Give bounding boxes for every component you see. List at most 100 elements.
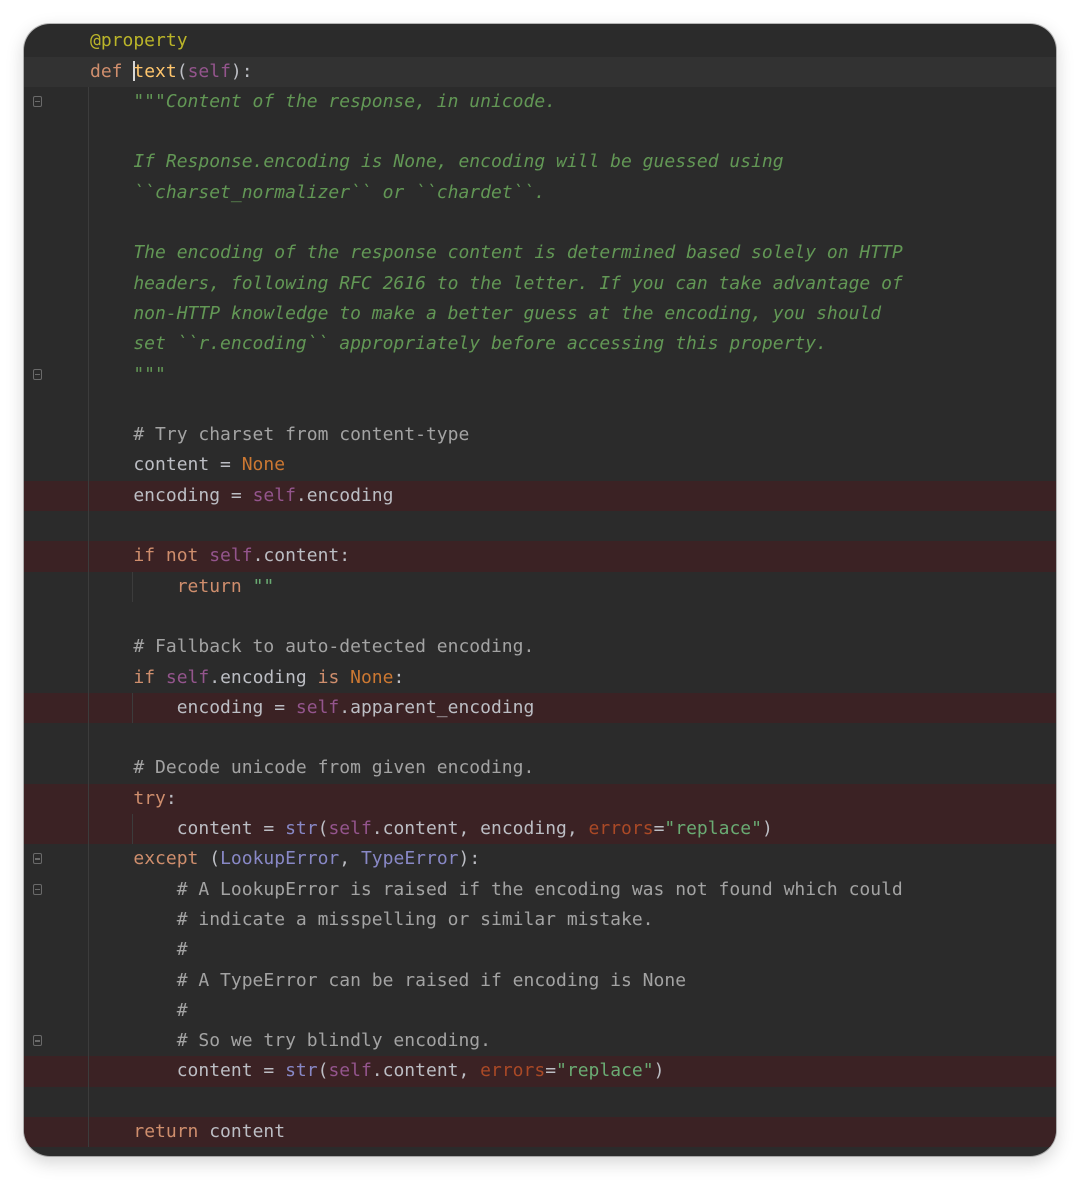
code-token: : — [165, 787, 177, 809]
code-line-text: # Try charset from content-type — [90, 420, 469, 450]
code-token: LookupError — [220, 848, 340, 870]
code-token: content = — [90, 454, 242, 476]
code-line[interactable]: if not self.content: — [24, 541, 1056, 572]
code-token: """Content of the response, in unicode. — [90, 90, 556, 112]
code-token: ( — [209, 848, 221, 870]
code-line[interactable]: The encoding of the response content is … — [24, 238, 1056, 268]
code-line[interactable]: try: — [24, 783, 1056, 814]
code-token: TypeError — [360, 848, 459, 870]
code-token: # indicate a misspelling or similar mist… — [90, 908, 654, 930]
code-token: # So we try blindly encoding. — [90, 1030, 491, 1052]
code-line[interactable] — [24, 511, 1056, 541]
code-line-text: # Decode unicode from given encoding. — [90, 753, 534, 783]
code-line-text: # A TypeError can be raised if encoding … — [90, 966, 686, 996]
code-token: ): — [230, 60, 253, 82]
code-token: # — [90, 999, 188, 1021]
code-line[interactable]: # A TypeError can be raised if encoding … — [24, 966, 1056, 996]
code-token: content — [209, 1121, 286, 1142]
code-token: self — [187, 60, 231, 82]
code-line[interactable]: # — [24, 996, 1056, 1026]
code-line-text: encoding = self.apparent_encoding — [90, 693, 535, 723]
code-editor-window: @property def text(self): """Content of t… — [24, 24, 1056, 1156]
code-line-text: set ``r.encoding`` appropriately before … — [90, 329, 827, 359]
code-token: errors — [480, 1060, 546, 1082]
code-line[interactable]: content = str(self.content, errors="repl… — [24, 1056, 1056, 1087]
code-line-text: encoding = self.encoding — [90, 481, 393, 511]
code-line[interactable]: # So we try blindly encoding. — [24, 1026, 1056, 1056]
code-token: ( — [317, 818, 329, 839]
code-token: def — [90, 60, 134, 82]
code-line[interactable]: content = None — [24, 450, 1056, 480]
code-token: : — [393, 666, 405, 688]
code-line-text: @property — [90, 26, 188, 56]
code-line-text: return content — [90, 1117, 285, 1147]
code-line[interactable]: @property — [24, 26, 1056, 56]
code-line-text: headers, following RFC 2616 to the lette… — [90, 269, 902, 299]
code-area[interactable]: @property def text(self): """Content of t… — [24, 24, 1056, 1156]
code-token: ) — [653, 1060, 665, 1082]
code-token: = — [545, 1060, 557, 1082]
code-line-text: non-HTTP knowledge to make a better gues… — [90, 299, 881, 329]
indent-guide — [132, 571, 133, 602]
code-token: If Response.encoding is None, encoding w… — [90, 151, 784, 173]
code-token: .encoding — [209, 666, 318, 688]
code-token: self — [209, 545, 253, 567]
code-token: set ``r.encoding`` appropriately before … — [90, 333, 827, 355]
code-line[interactable]: if self.encoding is None: — [24, 663, 1056, 693]
code-token: , — [339, 848, 361, 870]
code-token: ( — [317, 1060, 329, 1082]
code-token: return — [176, 575, 253, 597]
code-token: if not — [133, 545, 210, 567]
code-line[interactable]: # indicate a misspelling or similar mist… — [24, 905, 1056, 935]
code-token: = — [653, 818, 665, 839]
indent-guide — [88, 86, 89, 1148]
code-line[interactable] — [24, 390, 1056, 420]
code-token: """ — [90, 363, 166, 385]
code-line-text: # So we try blindly encoding. — [90, 1026, 491, 1056]
code-line[interactable]: If Response.encoding is None, encoding w… — [24, 147, 1056, 177]
code-line[interactable] — [24, 117, 1056, 147]
code-line[interactable]: """Content of the response, in unicode. — [24, 87, 1056, 117]
code-line[interactable]: def text(self): — [24, 56, 1056, 87]
code-line[interactable]: content = str(self.content, encoding, er… — [24, 814, 1056, 845]
code-line[interactable]: set ``r.encoding`` appropriately before … — [24, 329, 1056, 359]
code-token: is — [317, 666, 351, 688]
code-token: # — [90, 939, 188, 961]
code-line[interactable]: non-HTTP knowledge to make a better gues… — [24, 299, 1056, 329]
code-line[interactable]: # A LookupError is raised if the encodin… — [24, 875, 1056, 905]
code-token: None — [350, 666, 394, 688]
code-token: "replace" — [556, 1060, 654, 1082]
code-token: content = — [90, 818, 286, 839]
indent-guide — [132, 814, 133, 845]
code-line-text: content = str(self.content, errors="repl… — [90, 1056, 665, 1086]
code-line[interactable] — [24, 208, 1056, 238]
code-line-text: try: — [90, 784, 177, 814]
code-token: non-HTTP knowledge to make a better gues… — [90, 302, 882, 324]
code-line[interactable]: encoding = self.apparent_encoding — [24, 692, 1056, 724]
code-line[interactable]: """ — [24, 360, 1056, 390]
code-line[interactable]: # Fallback to auto-detected encoding. — [24, 632, 1056, 662]
code-line[interactable]: return "" — [24, 572, 1056, 602]
code-line-text: # indicate a misspelling or similar mist… — [90, 905, 654, 935]
code-line[interactable] — [24, 602, 1056, 632]
code-line[interactable]: # — [24, 935, 1056, 965]
code-line[interactable]: # Try charset from content-type — [24, 420, 1056, 450]
code-line[interactable]: ``charset_normalizer`` or ``chardet``. — [24, 178, 1056, 208]
code-token: self — [252, 484, 296, 506]
code-token: encoding = — [90, 696, 296, 718]
code-line[interactable]: # Decode unicode from given encoding. — [24, 753, 1056, 783]
code-token: ): — [458, 848, 481, 870]
code-line-text: """ — [90, 360, 166, 390]
code-line[interactable]: encoding = self.encoding — [24, 480, 1056, 511]
code-line[interactable]: return content — [24, 1117, 1056, 1148]
code-line[interactable]: except (LookupError, TypeError): — [24, 844, 1056, 874]
code-token: if — [133, 666, 166, 688]
code-line[interactable]: headers, following RFC 2616 to the lette… — [24, 269, 1056, 299]
code-line[interactable] — [24, 723, 1056, 753]
code-line[interactable] — [24, 1087, 1056, 1117]
